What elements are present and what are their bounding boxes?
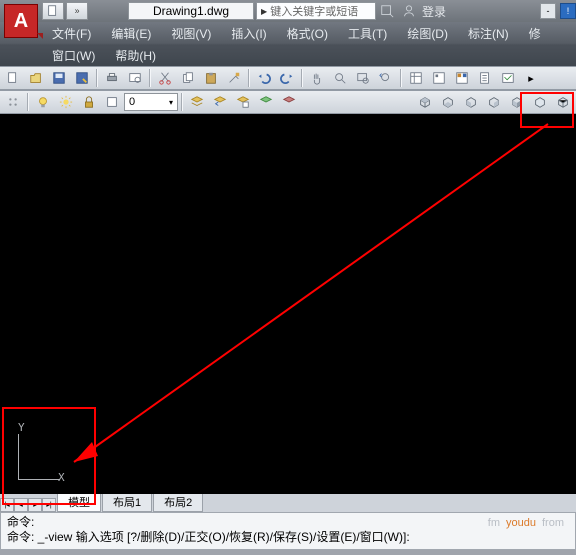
menu-format[interactable]: 格式(O) [277,22,338,44]
view-top-icon[interactable] [414,92,436,112]
menu-edit[interactable]: 编辑(E) [101,22,161,44]
print-icon[interactable] [101,68,123,88]
sun-icon[interactable] [55,92,77,112]
new-file-icon[interactable] [2,68,24,88]
search-input[interactable]: 键入关键字或短语 [256,2,376,20]
annotation-arrow-icon [38,118,558,494]
layer-selected-value: 0 [129,96,135,108]
annotation-highlight-top-right [520,92,574,128]
watermark-text: fmyoudufrom [488,517,564,529]
layers-views-toolbar: 0▾ [0,90,576,114]
undo-icon[interactable] [253,68,275,88]
lightbulb-icon[interactable] [32,92,54,112]
minimize-button[interactable]: - [540,3,556,19]
pan-icon[interactable] [306,68,328,88]
tool-palettes-icon[interactable] [451,68,473,88]
standard-toolbar: ▸ [0,66,576,90]
plot-preview-icon[interactable] [124,68,146,88]
user-icon[interactable] [398,2,420,20]
tab-layout2[interactable]: 布局2 [153,492,203,512]
layer-dropdown[interactable]: 0▾ [124,93,178,111]
save-icon[interactable] [48,68,70,88]
zoom-window-icon[interactable] [352,68,374,88]
menu-modify[interactable]: 修 [519,22,551,44]
autocad-logo-icon[interactable]: A [4,4,38,38]
saveas-icon[interactable] [71,68,93,88]
view-bottom-icon[interactable] [437,92,459,112]
more-tools-icon[interactable]: ▸ [520,68,542,88]
copy-icon[interactable] [177,68,199,88]
match-properties-icon[interactable] [223,68,245,88]
paste-icon[interactable] [200,68,222,88]
handle-icon[interactable] [2,92,24,112]
infocenter-search-icon[interactable] [376,2,398,20]
separator-icon [400,69,402,87]
layer-color-icon[interactable] [101,92,123,112]
zoom-previous-icon[interactable] [375,68,397,88]
menu-insert[interactable]: 插入(I) [221,22,276,44]
svg-text:»: » [75,6,80,16]
menu-dimension[interactable]: 标注(N) [458,22,519,44]
titlebar: » Drawing1.dwg 键入关键字或短语 登录 - ! [0,0,576,22]
menu-file[interactable]: 文件(F) [42,22,101,44]
open-file-icon[interactable] [25,68,47,88]
layer-unisolate-icon[interactable] [278,92,300,112]
markup-icon[interactable] [497,68,519,88]
menu-tools[interactable]: 工具(T) [338,22,397,44]
annotation-highlight-bottom-left [2,407,96,505]
layer-previous-icon[interactable] [209,92,231,112]
menu-help[interactable]: 帮助(H) [105,44,166,66]
design-center-icon[interactable] [428,68,450,88]
help-button[interactable]: ! [560,3,576,19]
tab-layout1[interactable]: 布局1 [102,492,152,512]
redo-icon[interactable] [276,68,298,88]
qat-more-button[interactable]: » [66,2,88,20]
login-button[interactable]: 登录 [422,3,446,20]
sheet-set-icon[interactable] [474,68,496,88]
separator-icon [301,69,303,87]
command-prompt-line: 命令: _-view 输入选项 [?/删除(D)/正交(O)/恢复(R)/保存(… [7,530,569,545]
quick-access-toolbar: » [42,2,88,20]
layer-isolate-icon[interactable] [255,92,277,112]
separator-icon [96,69,98,87]
menu-window[interactable]: 窗口(W) [42,44,105,66]
separator-icon [149,69,151,87]
menu-view[interactable]: 视图(V) [161,22,221,44]
separator-icon [248,69,250,87]
cut-icon[interactable] [154,68,176,88]
view-left-icon[interactable] [460,92,482,112]
menu-draw[interactable]: 绘图(D) [397,22,458,44]
filename-label: Drawing1.dwg [128,2,254,20]
separator-icon [27,93,29,111]
lock-icon[interactable] [78,92,100,112]
view-right-icon[interactable] [483,92,505,112]
separator-icon [181,93,183,111]
zoom-realtime-icon[interactable] [329,68,351,88]
qat-new-button[interactable] [42,2,64,20]
menubar: 文件(F) 编辑(E) 视图(V) 插入(I) 格式(O) 工具(T) 绘图(D… [0,22,576,66]
properties-icon[interactable] [405,68,427,88]
layer-manager-icon[interactable] [186,92,208,112]
command-history-line: 命令: [7,515,569,530]
layer-states-icon[interactable] [232,92,254,112]
